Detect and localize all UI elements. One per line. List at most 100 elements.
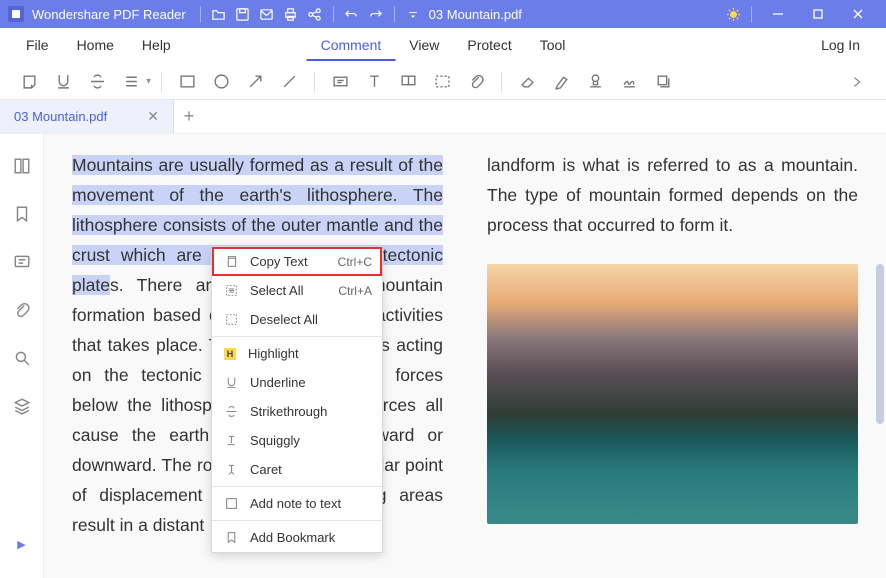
menu-item-squiggly[interactable]: Squiggly [212,426,382,455]
menu-tool[interactable]: Tool [526,31,580,61]
menu-item-underline[interactable]: Underline [212,368,382,397]
menu-item-strikethrough[interactable]: Strikethrough [212,397,382,426]
squiggly-icon [224,434,238,448]
menu-item-label: Caret [250,462,372,477]
app-logo-icon [8,6,24,22]
note-tool-icon[interactable] [14,67,44,97]
tab-label: 03 Mountain.pdf [14,109,107,124]
attachment-tool-icon[interactable] [461,67,491,97]
share-icon[interactable] [303,2,327,26]
body-text[interactable]: landform is what is referred to as a mou… [487,150,858,240]
menu-view[interactable]: View [395,31,453,61]
separator [751,6,752,22]
separator [333,6,334,22]
menu-file[interactable]: File [12,31,63,61]
scrollbar-thumb[interactable] [876,264,884,424]
menu-item-label: Underline [250,375,372,390]
menu-separator [212,336,382,337]
dropdown-icon[interactable] [401,2,425,26]
bookmarks-panel-icon[interactable] [8,200,36,228]
search-panel-icon[interactable] [8,344,36,372]
highlight-tool-icon[interactable] [546,67,576,97]
menu-item-add-note-to-text[interactable]: Add note to text [212,489,382,518]
layers-panel-icon[interactable] [8,392,36,420]
copy-icon [224,255,238,269]
select-all-icon [224,284,238,298]
menu-item-label: Squiggly [250,433,372,448]
menu-item-highlight[interactable]: H Highlight [212,339,382,368]
separator [394,6,395,22]
underline-tool-icon[interactable] [48,67,78,97]
theme-sun-icon[interactable] [721,2,745,26]
menu-item-add-bookmark[interactable]: Add Bookmark [212,523,382,552]
thumbnails-panel-icon[interactable] [8,152,36,180]
menu-item-label: Add note to text [250,496,372,511]
underline-icon [224,376,238,390]
highlight-icon: H [224,348,236,360]
arrow-tool-icon[interactable] [240,67,270,97]
toolbar: ▾ [0,64,886,100]
circle-tool-icon[interactable] [206,67,236,97]
context-menu: Copy Text Ctrl+C Select All Ctrl+A Deselect … [211,246,383,553]
mail-icon[interactable] [255,2,279,26]
menu-item-label: Highlight [248,346,372,361]
print-icon[interactable] [279,2,303,26]
menu-comment[interactable]: Comment [307,31,396,61]
menu-item-label: Strikethrough [250,404,372,419]
rectangle-tool-icon[interactable] [172,67,202,97]
separator [200,6,201,22]
list-tool-icon[interactable] [116,67,146,97]
stack-tool-icon[interactable] [648,67,678,97]
menu-item-label: Select All [250,283,326,298]
tab-document[interactable]: 03 Mountain.pdf ✕ [0,100,174,133]
menu-item-label: Deselect All [250,312,372,327]
strikethrough-tool-icon[interactable] [82,67,112,97]
note-icon [224,497,238,511]
tab-close-icon[interactable]: ✕ [147,108,159,125]
login-button[interactable]: Log In [807,31,874,61]
strike-icon [224,405,238,419]
maximize-button[interactable] [798,0,838,28]
attachments-panel-icon[interactable] [8,296,36,324]
caret-icon [224,463,238,477]
menu-separator [212,520,382,521]
menu-item-deselect-all[interactable]: Deselect All [212,305,382,334]
deselect-icon [224,313,238,327]
menu-home[interactable]: Home [63,31,128,61]
menu-separator [212,486,382,487]
menu-item-shortcut: Ctrl+C [338,255,372,269]
text-tool-icon[interactable] [359,67,389,97]
document-viewport[interactable]: Mountains are usually formed as a result… [44,134,886,578]
tabbar: 03 Mountain.pdf ✕ + [0,100,886,134]
page-column-right: landform is what is referred to as a mou… [487,150,858,562]
more-tools-icon[interactable] [842,67,872,97]
eraser-tool-icon[interactable] [512,67,542,97]
open-folder-icon[interactable] [207,2,231,26]
tab-add-button[interactable]: + [174,100,204,133]
line-tool-icon[interactable] [274,67,304,97]
expand-sidebar-icon[interactable]: ▶ [8,530,36,558]
chevron-down-icon[interactable]: ▾ [146,76,151,87]
sidebar: ▶ [0,134,44,578]
menu-protect[interactable]: Protect [453,31,525,61]
save-icon[interactable] [231,2,255,26]
close-window-button[interactable] [838,0,878,28]
textbox-tool-icon[interactable] [325,67,355,97]
signature-tool-icon[interactable] [614,67,644,97]
bookmark-icon [224,531,238,545]
menu-item-select-all[interactable]: Select All Ctrl+A [212,276,382,305]
menu-item-caret[interactable]: Caret [212,455,382,484]
callout-tool-icon[interactable] [393,67,423,97]
menu-item-label: Copy Text [250,254,326,269]
undo-icon[interactable] [340,2,364,26]
document-title: 03 Mountain.pdf [429,7,522,22]
comments-panel-icon[interactable] [8,248,36,276]
minimize-button[interactable] [758,0,798,28]
app-title: Wondershare PDF Reader [32,7,186,22]
menu-item-copy-text[interactable]: Copy Text Ctrl+C [212,247,382,276]
stamp-tool-icon[interactable] [580,67,610,97]
area-tool-icon[interactable] [427,67,457,97]
redo-icon[interactable] [364,2,388,26]
menu-help[interactable]: Help [128,31,185,61]
menu-item-shortcut: Ctrl+A [338,284,372,298]
